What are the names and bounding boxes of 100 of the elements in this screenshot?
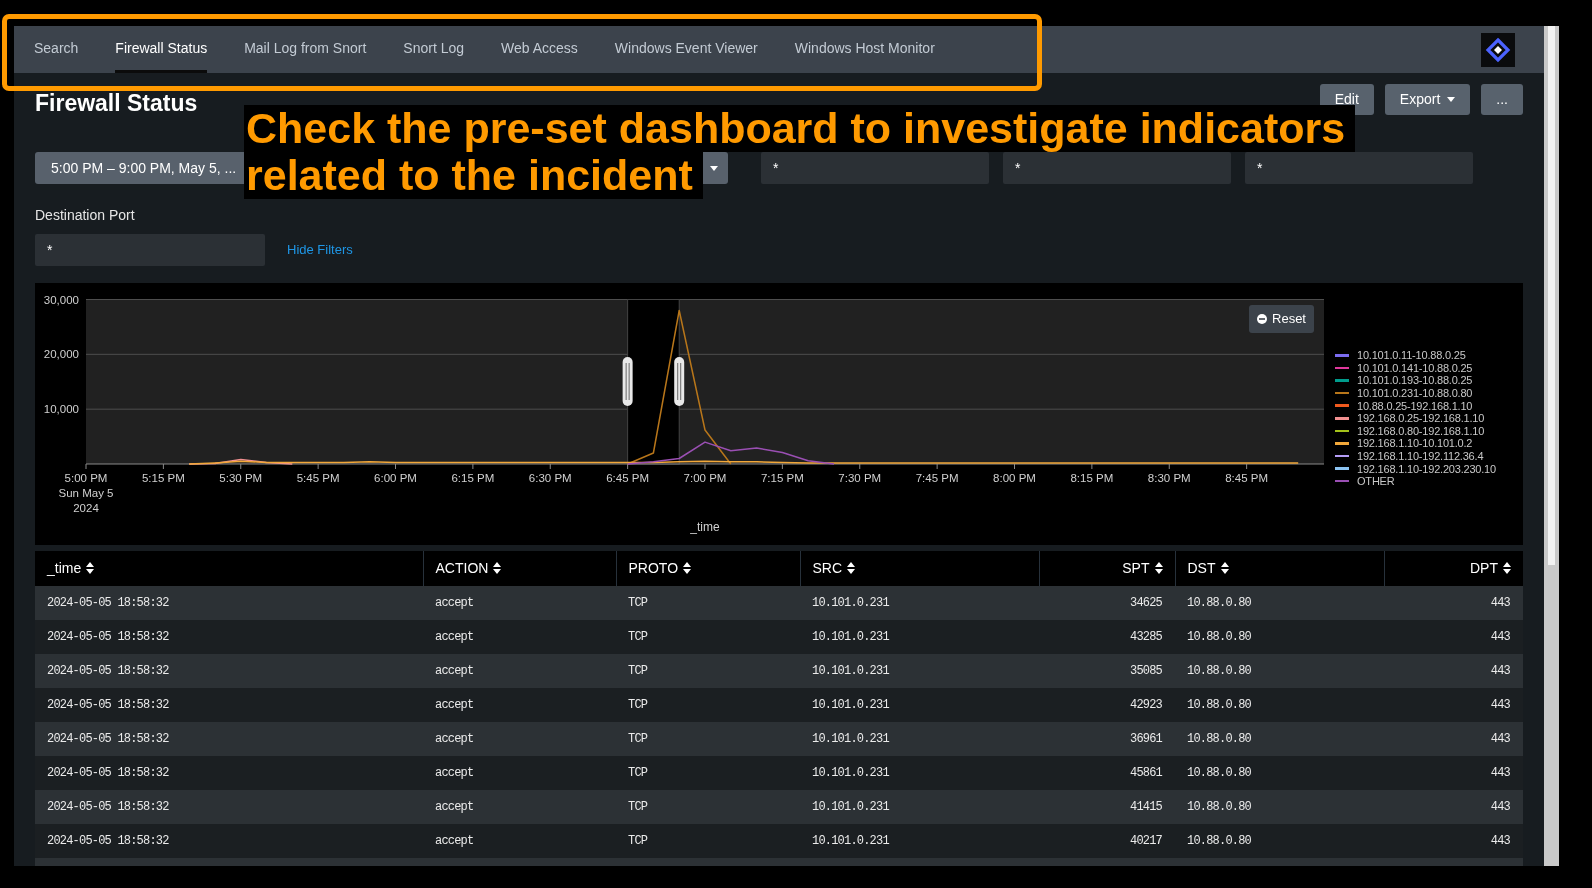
caret-icon <box>1447 97 1456 102</box>
nav-tab[interactable]: Windows Host Monitor <box>794 26 935 73</box>
table-cell: TCP <box>616 790 800 824</box>
legend-label: 192.168.1.10-192.112.36.4 <box>1357 450 1484 463</box>
legend-label: 192.168.1.10-10.101.0.2 <box>1357 437 1473 450</box>
table-cell: 443 <box>1384 586 1523 620</box>
filter-input[interactable]: * <box>1003 152 1231 184</box>
table-cell: 10.101.0.231 <box>800 790 1039 824</box>
drag-handle[interactable] <box>622 357 633 406</box>
table-cell: 10.88.0.80 <box>1175 586 1384 620</box>
legend-label: 192.168.0.25-192.168.1.10 <box>1357 412 1485 425</box>
scrollbar-thumb[interactable] <box>1548 26 1555 565</box>
table-cell: 40217 <box>1039 824 1175 858</box>
column-header[interactable]: DST <box>1175 551 1384 586</box>
legend-label: 10.101.0.141-10.88.0.25 <box>1357 361 1473 374</box>
axis-tick-label: 8:45 PM <box>1225 472 1269 484</box>
table-cell: 10.101.0.231 <box>800 586 1039 620</box>
axis-tick-label: 6:30 PM <box>528 472 572 484</box>
table-cell: 2024-05-05 18:58:32 <box>35 790 423 824</box>
table-cell: 41415 <box>1039 790 1175 824</box>
column-header[interactable]: SPT <box>1039 551 1175 586</box>
table-cell: accept <box>423 824 616 858</box>
axis-title: _time <box>690 520 720 534</box>
axis-tick-label: 8:30 PM <box>1147 472 1191 484</box>
minus-circle-icon <box>1257 314 1267 324</box>
table-cell: 443 <box>1384 790 1523 824</box>
toolbar-button[interactable]: ... <box>1481 84 1523 115</box>
nav-tab[interactable]: Windows Event Viewer <box>614 26 758 73</box>
legend-label: 192.168.1.10-192.203.230.10 <box>1357 462 1496 475</box>
table-cell: 10.101.0.231 <box>800 620 1039 654</box>
picture-selection-range[interactable] <box>627 299 680 465</box>
table-cell: 2024-05-05 18:58:32 <box>35 756 423 790</box>
table-cell: accept <box>423 722 616 756</box>
nav-tab[interactable]: Search <box>34 26 79 73</box>
axis-tick-label: 5:45 PM <box>296 472 340 484</box>
table-cell: 36961 <box>1039 722 1175 756</box>
column-header[interactable]: SRC <box>800 551 1039 586</box>
column-header[interactable]: _time <box>35 551 423 586</box>
filter-input[interactable]: * <box>761 152 989 184</box>
axis-tick-label: 10,000 <box>43 403 79 416</box>
time-range-picker[interactable]: 5:00 PM – 9:00 PM, May 5, ... <box>35 152 243 184</box>
axis-date-label: Sun May 5 <box>58 487 114 499</box>
nav-tab[interactable]: Firewall Status <box>115 26 208 73</box>
table-cell: TCP <box>616 824 800 858</box>
dashboard-title: Firewall Status <box>35 89 198 115</box>
axis-tick-label: 20,000 <box>43 348 79 361</box>
table-cell: accept <box>423 620 616 654</box>
table-cell: 443 <box>1384 620 1523 654</box>
table-cell: 2024-05-05 18:58:32 <box>35 620 423 654</box>
table-cell: TCP <box>616 688 800 722</box>
sort-icon <box>1503 562 1511 574</box>
table-cell: accept <box>423 654 616 688</box>
table-cell: 10.101.0.231 <box>800 824 1039 858</box>
field-label: Destination Port <box>35 206 135 225</box>
column-header[interactable]: DPT <box>1384 551 1523 586</box>
sort-icon <box>683 562 692 574</box>
column-header[interactable]: PROTO <box>616 551 800 586</box>
table-cell: 2024-05-05 18:58:32 <box>35 722 423 756</box>
table-cell: 10.88.0.80 <box>1175 790 1384 824</box>
table-cell: 2024-05-05 18:58:32 <box>35 586 423 620</box>
table-cell: 10.101.0.231 <box>800 654 1039 688</box>
axis-tick-label: 5:00 PM <box>64 472 108 484</box>
table-cell: accept <box>423 790 616 824</box>
filter-input[interactable]: * <box>35 234 265 266</box>
column-header[interactable]: ACTION <box>423 551 616 586</box>
legend-label: 10.101.0.193-10.88.0.25 <box>1357 374 1473 387</box>
nav-tab[interactable]: Snort Log <box>403 26 465 73</box>
filter-input[interactable]: * <box>1245 152 1473 184</box>
table-cell: 10.88.0.80 <box>1175 688 1384 722</box>
axis-tick-label: 8:00 PM <box>993 472 1036 484</box>
table-cell: TCP <box>616 756 800 790</box>
table-cell: 10.88.0.80 <box>1175 756 1384 790</box>
table-cell: accept <box>423 688 616 722</box>
sort-icon <box>86 562 95 574</box>
nav-tab[interactable]: Web Access <box>501 26 578 73</box>
axis-tick-label: 7:00 PM <box>683 472 727 484</box>
table-cell: 2024-05-05 18:58:32 <box>35 824 423 858</box>
hide-filters-link[interactable]: Hide Filters <box>287 240 353 260</box>
table-cell: 2024-05-05 18:58:32 <box>35 654 423 688</box>
diamond-logo-icon[interactable] <box>1481 32 1515 67</box>
sort-icon <box>493 562 502 574</box>
axis-tick-label: 6:15 PM <box>451 472 495 484</box>
table-cell: 443 <box>1384 824 1523 858</box>
axis-tick-label: 6:45 PM <box>606 472 650 484</box>
axis-tick-label: 7:30 PM <box>838 472 882 484</box>
table-cell: TCP <box>616 586 800 620</box>
table-cell: TCP <box>616 620 800 654</box>
table-cell: 35085 <box>1039 654 1175 688</box>
nav-tab[interactable]: Mail Log from Snort <box>244 26 367 73</box>
axis-tick-label: 7:45 PM <box>915 472 959 484</box>
caret-icon <box>710 165 718 171</box>
table-cell: 10.101.0.231 <box>800 722 1039 756</box>
legend-label: 10.101.0.231-10.88.0.80 <box>1357 387 1473 400</box>
scrollbar[interactable] <box>1544 26 1559 866</box>
dropdown-button[interactable]: Export <box>1384 84 1471 115</box>
drag-handle[interactable] <box>674 357 685 406</box>
table-cell: 2024-05-05 18:58:32 <box>35 688 423 722</box>
sort-icon <box>847 562 856 574</box>
table-cell: 443 <box>1384 756 1523 790</box>
reset-button[interactable]: Reset <box>1249 305 1314 333</box>
